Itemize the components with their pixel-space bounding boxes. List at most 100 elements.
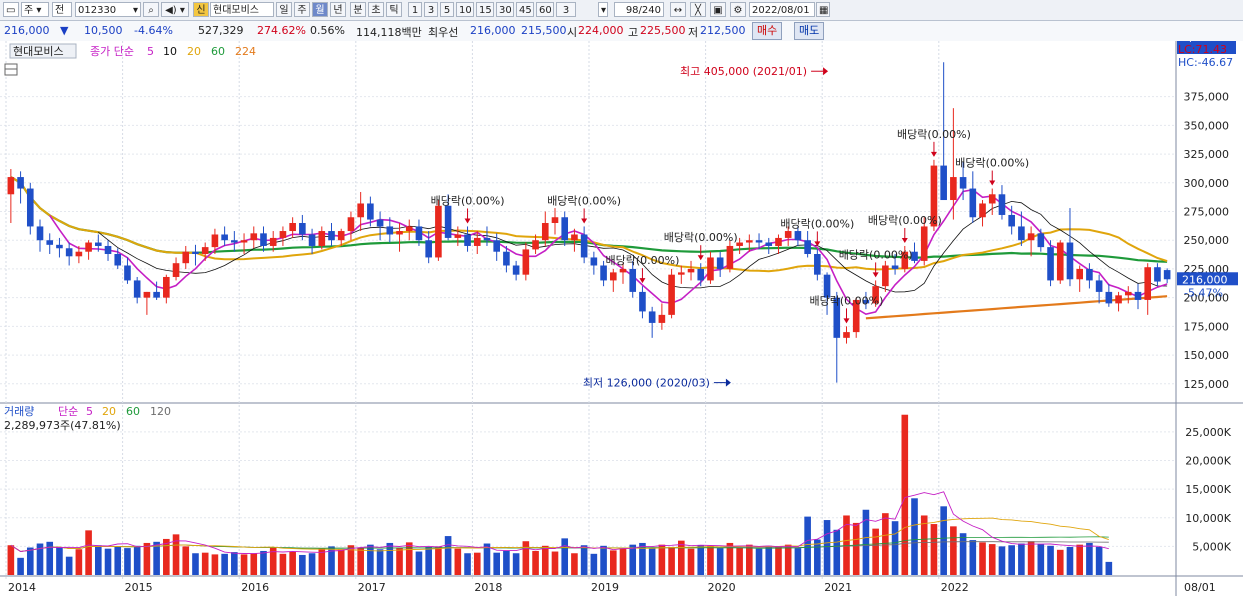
dividend-label: 배당락(0.00%): [839, 248, 913, 261]
volume-bar: [1105, 561, 1113, 575]
chart-type-icon[interactable]: ╳: [690, 2, 706, 17]
candle-body: [950, 177, 957, 201]
count-value[interactable]: 3: [556, 2, 576, 17]
volume-bar: [1037, 544, 1045, 575]
minute-opt-15[interactable]: 15: [476, 2, 494, 17]
tab-period-1[interactable]: 주: [294, 2, 310, 17]
candle-body: [473, 237, 481, 246]
candle-body: [697, 268, 705, 281]
candle-body: [454, 234, 462, 238]
volume-bar: [911, 498, 918, 575]
calendar-icon[interactable]: ▦: [816, 2, 830, 17]
price-tick-label: 350,000: [1184, 119, 1230, 132]
market-select[interactable]: 주 ▾: [21, 2, 49, 17]
change: 10,500: [84, 24, 123, 37]
candle-body: [318, 231, 326, 246]
vol-legend-name: 거래량: [4, 405, 34, 418]
tab-period-0[interactable]: 일: [276, 2, 292, 17]
candle-body: [794, 231, 802, 241]
tab-intraday-0[interactable]: 분: [350, 2, 366, 17]
open: 224,000: [578, 24, 624, 37]
candle-body: [619, 268, 627, 273]
candle-body: [1105, 291, 1113, 304]
x-tick-label: 2018: [474, 581, 502, 594]
candle-body: [163, 276, 170, 298]
tab-intraday-1[interactable]: 초: [368, 2, 384, 17]
volume-bar: [17, 557, 24, 575]
candle-body: [716, 257, 724, 269]
dividend-label: 배당락(0.00%): [868, 214, 942, 227]
volume-bar: [561, 538, 569, 575]
tab-period-3[interactable]: 년: [330, 2, 346, 17]
minute-opt-60[interactable]: 60: [536, 2, 554, 17]
high: 225,500: [640, 24, 686, 37]
minute-opt-45[interactable]: 45: [516, 2, 534, 17]
candle-body: [1086, 268, 1093, 281]
chart-area[interactable]: 최고 405,000 (2021/01) 최저 126,000 (2020/03)…: [0, 41, 1243, 596]
volume-bar: [833, 529, 841, 575]
volume-bar: [551, 551, 559, 575]
candle-body: [1144, 267, 1152, 300]
volume-bar: [133, 545, 141, 575]
volume-bar: [1018, 543, 1025, 575]
volume-tick-label: 10,000K: [1185, 512, 1231, 525]
period-select[interactable]: 전: [52, 2, 72, 17]
volume-bar: [532, 550, 539, 575]
signal-badge[interactable]: 신: [193, 2, 209, 17]
minute-opt-3[interactable]: 3: [424, 2, 438, 17]
candle-body: [707, 257, 714, 281]
legend-ma-20: 20: [187, 45, 201, 58]
chart-menu-icon[interactable]: ▭: [3, 2, 19, 17]
volume-bar: [590, 553, 598, 575]
vol-ratio: 274.62%: [257, 24, 306, 37]
tab-period-2[interactable]: 월: [312, 2, 328, 17]
price-tick-label: 250,000: [1184, 234, 1230, 247]
buy-button[interactable]: 매수: [752, 22, 783, 40]
volume-bar: [804, 516, 811, 575]
volume-bar: [882, 513, 889, 575]
candle-body: [328, 231, 335, 241]
candle-body: [532, 240, 539, 250]
minute-opt-1[interactable]: 1: [408, 2, 422, 17]
volume-bar: [959, 533, 967, 575]
gear-icon[interactable]: ⚙: [730, 2, 746, 17]
zoom-icon[interactable]: ↔: [670, 2, 686, 17]
speaker-icon[interactable]: ◀) ▾: [161, 2, 189, 17]
candle-body: [1027, 233, 1035, 241]
tab-intraday-2[interactable]: 틱: [386, 2, 402, 17]
volume-bar: [435, 546, 442, 575]
save-icon[interactable]: ▣: [710, 2, 726, 17]
volume-bar: [376, 549, 384, 575]
volume-bar: [104, 548, 112, 575]
price-tick-label: 325,000: [1184, 148, 1230, 161]
dividend-label: 배당락(0.00%): [431, 194, 505, 207]
minute-opt-10[interactable]: 10: [456, 2, 474, 17]
volume-bar: [609, 550, 617, 575]
volume-bar: [85, 530, 92, 575]
volume-bar: [707, 545, 714, 575]
minute-opt-5[interactable]: 5: [440, 2, 454, 17]
volume-bar: [736, 547, 743, 575]
volume-tick-label: 25,000K: [1185, 426, 1231, 439]
search-icon[interactable]: ⌕: [143, 2, 159, 17]
volume-tick-label: 5,000K: [1192, 540, 1231, 553]
code-input[interactable]: 012330 ▾: [75, 2, 141, 17]
sell-button[interactable]: 매도: [794, 22, 825, 40]
volume-bar: [1095, 546, 1103, 575]
candle-body: [843, 332, 850, 338]
toolbar: ▭ 주 ▾ 전 012330 ▾ ⌕ ◀) ▾ 신 현대모비스 일주월년분초틱13…: [0, 0, 1243, 21]
volume-bar: [279, 553, 287, 575]
volume-bar: [415, 551, 423, 575]
count-down[interactable]: ▾: [598, 2, 608, 17]
candle-body: [1047, 247, 1054, 281]
vol-legend-ma-60: 60: [126, 405, 140, 418]
volume-bar: [648, 547, 656, 575]
volume-bar: [153, 541, 160, 575]
candle-body: [998, 194, 1006, 215]
turnover: 0.56%: [310, 24, 345, 37]
current-pct-label: -5.47%: [1184, 286, 1223, 299]
date-input[interactable]: 2022/08/01: [749, 2, 815, 17]
minute-opt-30[interactable]: 30: [496, 2, 514, 17]
candle-body: [46, 240, 54, 245]
candle-body: [211, 234, 219, 248]
